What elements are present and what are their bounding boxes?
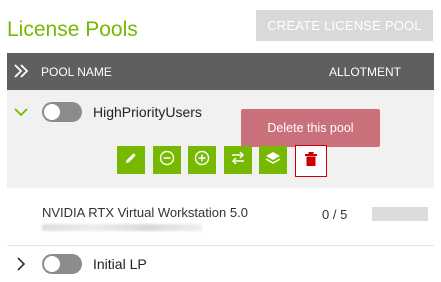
pool-toggle[interactable] [42,254,82,274]
chevron-right-icon[interactable] [14,257,28,271]
chevron-down-icon[interactable] [14,105,28,119]
pool-name: Initial LP [93,256,147,272]
minus-circle-icon [159,150,175,171]
table-header: POOL NAME ALLOTMENT [7,53,434,90]
create-license-pool-button[interactable]: CREATE LICENSE POOL [256,10,433,41]
transfer-button[interactable] [224,146,252,174]
page-title: License Pools [7,18,138,41]
feature-allotment: 0 / 5 [322,207,348,222]
delete-pool-button[interactable] [295,145,327,177]
pool-name: HighPriorityUsers [93,104,202,120]
delete-pool-tooltip: Delete this pool [241,109,380,153]
remove-feature-button[interactable] [153,146,181,174]
trash-icon [304,151,318,172]
column-header-pool-name: POOL NAME [41,65,112,79]
allotment-bar [372,207,428,221]
pool-row-initial-lp: Initial LP [7,246,434,282]
feature-name: NVIDIA RTX Virtual Workstation 5.0 [42,205,248,220]
plus-circle-icon [194,150,210,171]
add-feature-button[interactable] [188,146,216,174]
edit-pool-button[interactable] [117,146,145,174]
pool-toggle[interactable] [42,102,82,122]
column-header-allotment: ALLOTMENT [329,65,402,79]
expand-all-icon[interactable] [12,61,32,81]
layers-icon [265,150,281,171]
layers-button[interactable] [259,146,287,174]
edit-icon [124,151,138,170]
transfer-icon [230,150,246,171]
toggle-knob [44,104,60,120]
redacted-feature-detail [42,224,202,231]
toggle-knob [44,256,60,272]
